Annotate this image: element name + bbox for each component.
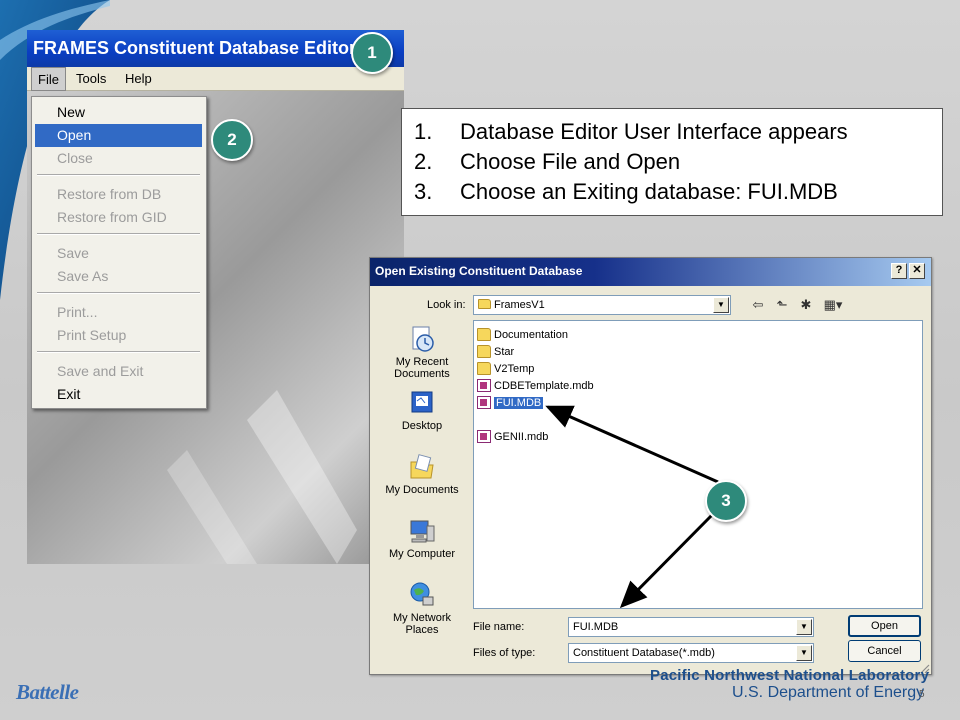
my-documents-icon xyxy=(410,454,434,479)
database-file-icon xyxy=(477,430,491,443)
menu-item-restore-gid[interactable]: Restore from GID xyxy=(35,206,202,229)
file-name: V2Temp xyxy=(494,362,535,375)
database-file-icon xyxy=(477,379,491,392)
file-menu: New Open Close Restore from DB Restore f… xyxy=(31,96,207,409)
look-in-value: FramesV1 xyxy=(494,299,545,311)
folder-icon xyxy=(478,299,491,309)
recent-documents-icon xyxy=(412,326,434,352)
place-network-places[interactable]: My Network Places xyxy=(378,580,466,636)
place-documents-label: My Documents xyxy=(385,484,459,496)
look-in-label: Look in: xyxy=(427,299,466,311)
view-menu-icon[interactable]: ▦▾ xyxy=(820,296,846,314)
list-item[interactable]: CDBETemplate.mdb xyxy=(477,377,594,394)
close-button[interactable]: ✕ xyxy=(909,263,925,279)
file-name: Star xyxy=(494,345,515,358)
chevron-down-icon[interactable]: ▼ xyxy=(713,297,729,313)
org-name: Pacific Northwest National Laboratory xyxy=(650,667,930,684)
editor-title: FRAMES Constituent Database Editor xyxy=(33,38,357,58)
place-recent-documents[interactable]: My Recent Documents xyxy=(378,324,466,380)
cancel-button[interactable]: Cancel xyxy=(848,640,921,662)
file-name-input[interactable]: FUI.MDB ▼ xyxy=(568,617,814,637)
file-type-label: Files of type: xyxy=(473,647,536,659)
file-type-select[interactable]: Constituent Database(*.mdb) ▼ xyxy=(568,643,814,663)
menu-item-restore-db[interactable]: Restore from DB xyxy=(35,183,202,206)
chevron-down-icon[interactable]: ▼ xyxy=(796,619,812,635)
battelle-logo: Battelle xyxy=(16,680,79,704)
list-item[interactable]: Documentation xyxy=(477,326,568,343)
file-name: FUI.MDB xyxy=(494,396,544,409)
back-icon[interactable]: ⇦ xyxy=(748,296,768,314)
place-my-computer[interactable]: My Computer xyxy=(378,516,466,560)
file-name: Documentation xyxy=(494,328,568,341)
place-desktop-label: Desktop xyxy=(401,420,443,432)
open-database-dialog: Open Existing Constituent Database ? ✕ L… xyxy=(369,257,932,675)
menu-item-save-as[interactable]: Save As xyxy=(35,265,202,288)
file-list: Documentation Star V2Temp CDBETemplate.m… xyxy=(473,320,923,609)
place-my-documents[interactable]: My Documents xyxy=(378,452,466,496)
instruction-number: 3. xyxy=(414,179,433,204)
open-button[interactable]: Open xyxy=(848,615,921,637)
list-item[interactable]: Star xyxy=(477,343,514,360)
new-folder-icon[interactable]: ✱ xyxy=(796,296,816,314)
step-badge-3: 3 xyxy=(705,480,747,522)
help-button[interactable]: ? xyxy=(891,263,907,279)
org-department: U.S. Department of Energy xyxy=(732,684,925,701)
file-name-value: FUI.MDB xyxy=(573,621,619,633)
instruction-item: 1. Database Editor User Interface appear… xyxy=(414,117,932,147)
list-item[interactable]: V2Temp xyxy=(477,360,534,377)
menu-item-save-and-exit[interactable]: Save and Exit xyxy=(35,360,202,383)
folder-icon xyxy=(477,328,491,341)
menu-item-print[interactable]: Print... xyxy=(35,301,202,324)
menu-file[interactable]: File xyxy=(31,67,66,91)
place-desktop[interactable]: Desktop xyxy=(378,388,466,432)
instruction-item: 3. Choose an Exiting database: FUI.MDB xyxy=(414,177,932,207)
slide-number: 5 xyxy=(919,689,925,700)
menu-separator xyxy=(37,174,200,176)
instruction-item: 2. Choose File and Open xyxy=(414,147,932,177)
desktop-icon xyxy=(411,391,433,413)
file-name: GENII.mdb xyxy=(494,430,549,443)
dialog-title: Open Existing Constituent Database xyxy=(375,264,583,278)
menu-separator xyxy=(37,292,200,294)
file-name: CDBETemplate.mdb xyxy=(494,379,594,392)
instruction-text: Choose File and Open xyxy=(460,149,681,174)
file-type-value: Constituent Database(*.mdb) xyxy=(573,647,715,659)
my-computer-icon xyxy=(410,520,435,543)
menu-item-print-setup[interactable]: Print Setup xyxy=(35,324,202,347)
menu-item-close[interactable]: Close xyxy=(35,147,202,170)
place-computer-label: My Computer xyxy=(388,548,456,560)
menu-item-exit[interactable]: Exit xyxy=(35,383,202,406)
network-places-icon xyxy=(410,582,434,606)
editor-menubar: File Tools Help xyxy=(27,67,404,91)
instruction-text: Database Editor User Interface appears xyxy=(460,119,848,144)
place-network-label: My Network Places xyxy=(392,612,452,636)
look-in-select[interactable]: FramesV1 ▼ xyxy=(473,295,731,315)
menu-item-save[interactable]: Save xyxy=(35,242,202,265)
up-folder-icon[interactable]: ⬑ xyxy=(772,296,792,314)
file-name-label: File name: xyxy=(473,621,525,633)
folder-icon xyxy=(477,362,491,375)
dialog-titlebar: Open Existing Constituent Database ? ✕ xyxy=(370,258,931,286)
instruction-box: 1. Database Editor User Interface appear… xyxy=(401,108,943,216)
instruction-text: Choose an Exiting database: FUI.MDB xyxy=(460,179,838,204)
editor-titlebar: FRAMES Constituent Database Editor xyxy=(27,30,404,67)
place-recent-label: My Recent Documents xyxy=(394,356,450,380)
folder-icon xyxy=(477,345,491,358)
step-badge-2: 2 xyxy=(211,119,253,161)
menu-separator xyxy=(37,351,200,353)
database-file-icon xyxy=(477,396,491,409)
list-item-selected[interactable]: FUI.MDB xyxy=(477,394,544,411)
menu-help[interactable]: Help xyxy=(125,71,152,86)
list-item[interactable]: GENII.mdb xyxy=(477,428,548,445)
menu-item-new[interactable]: New xyxy=(35,101,202,124)
menu-tools[interactable]: Tools xyxy=(76,71,106,86)
instruction-number: 1. xyxy=(414,119,433,144)
chevron-down-icon[interactable]: ▼ xyxy=(796,645,812,661)
menu-separator xyxy=(37,233,200,235)
step-badge-1: 1 xyxy=(351,32,393,74)
menu-item-open[interactable]: Open xyxy=(35,124,202,147)
places-bar: My Recent Documents Desktop My Documents xyxy=(378,322,466,638)
instruction-number: 2. xyxy=(414,149,433,174)
